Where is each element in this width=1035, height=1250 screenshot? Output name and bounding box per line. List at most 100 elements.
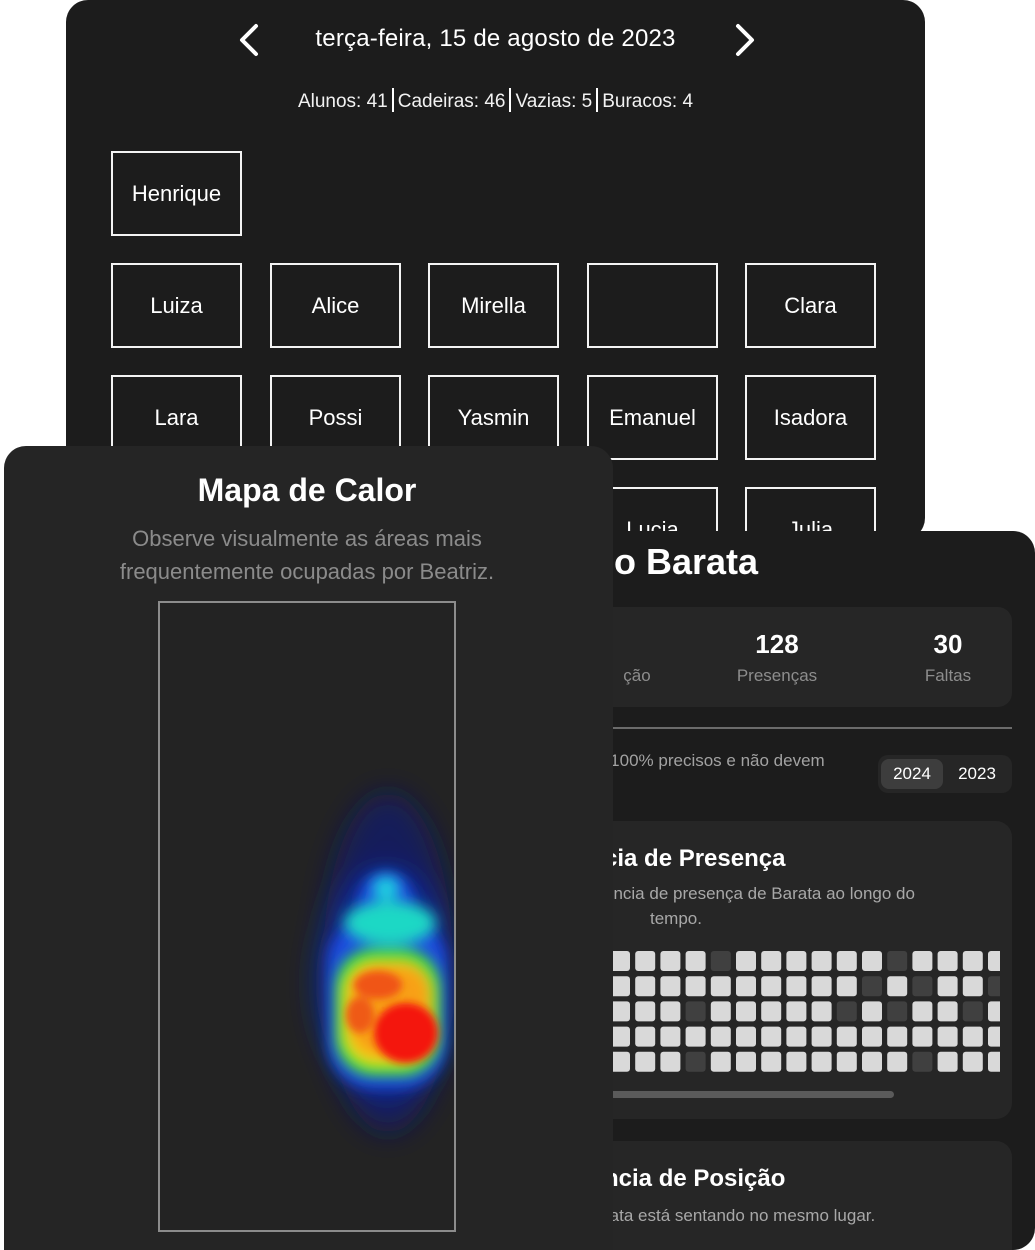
presence-cell-present xyxy=(635,1001,656,1022)
presence-cell-present xyxy=(811,976,832,997)
presence-cell-present xyxy=(786,1026,807,1047)
presence-cell-present xyxy=(736,1026,756,1047)
desc-line: ência de presença de Barata ao longo do xyxy=(604,884,915,903)
classroom-heatmap xyxy=(158,601,456,1232)
year-toggle: 2024 2023 xyxy=(878,755,1012,793)
seat-mirella[interactable]: Mirella xyxy=(428,263,559,348)
presence-cell-present xyxy=(937,1051,958,1072)
seat-empty[interactable] xyxy=(587,263,718,348)
absences-label: Faltas xyxy=(924,666,972,685)
presence-cell-present xyxy=(836,951,857,971)
presence-cell-present xyxy=(912,1001,933,1022)
presence-cell-present xyxy=(761,951,782,971)
presence-cell-present xyxy=(635,1051,656,1072)
presence-cell-present xyxy=(786,1051,807,1072)
presence-cell-present xyxy=(635,1026,656,1047)
absences-value: 30 xyxy=(933,629,963,659)
desc-line: tempo. xyxy=(650,909,702,928)
presence-cell-present xyxy=(610,1001,630,1022)
presence-cell-present xyxy=(988,951,1008,971)
presence-cell-present xyxy=(988,1001,1008,1022)
seat-emanuel[interactable]: Emanuel xyxy=(587,375,718,460)
presence-cell-present xyxy=(685,1026,706,1047)
presence-cell-present xyxy=(660,976,681,997)
student-name: zo Barata xyxy=(596,541,759,582)
presence-cell-absent xyxy=(912,976,933,997)
presence-cell-present xyxy=(887,1051,908,1072)
students-count: Alunos: 41 xyxy=(297,91,388,112)
presence-frequency-desc: ência de presença de Barata ao longo do … xyxy=(592,881,952,931)
presence-cell-present xyxy=(937,1026,958,1047)
presence-cell-present xyxy=(786,976,807,997)
presence-cell-present xyxy=(710,976,731,997)
presence-cell-absent xyxy=(887,1001,908,1022)
presence-cell-present xyxy=(836,1026,857,1047)
seat-isadora[interactable]: Isadora xyxy=(745,375,876,460)
presence-cell-absent xyxy=(710,951,731,971)
presence-cell-present xyxy=(786,951,807,971)
accuracy-disclaimer: o 100% precisos e não devem xyxy=(596,751,825,770)
presence-cell-present xyxy=(937,976,958,997)
student-profile-screen: zo Barata ção 128 Presenças 30 Faltas o … xyxy=(560,531,1035,1250)
divider xyxy=(610,727,1012,729)
presence-cell-absent xyxy=(685,1001,706,1022)
presence-cell-present xyxy=(962,1026,983,1047)
presence-cell-absent xyxy=(862,976,882,997)
presence-cell-present xyxy=(610,951,630,971)
year-2023-button[interactable]: 2023 xyxy=(946,759,1008,789)
presence-cell-absent xyxy=(887,951,908,971)
presence-cell-present xyxy=(685,951,706,971)
presence-cell-present xyxy=(887,976,908,997)
heatmap-subtitle: Observe visualmente as áreas mais freque… xyxy=(119,526,495,584)
presence-cell-present xyxy=(862,1001,882,1022)
seat-luiza[interactable]: Luiza xyxy=(111,263,242,348)
metric-presences: 128 Presenças xyxy=(702,629,852,686)
presence-cell-present xyxy=(660,1026,681,1047)
presence-cell-present xyxy=(836,1051,857,1072)
presence-cell-present xyxy=(635,951,656,971)
presence-grid xyxy=(610,951,1008,1098)
date-label: terça-feira, 15 de agosto de 2023 xyxy=(315,25,676,52)
presence-cell-present xyxy=(836,976,857,997)
heatmap-title: Mapa de Calor xyxy=(197,472,417,508)
seat-alice[interactable]: Alice xyxy=(270,263,401,348)
presence-cell-absent xyxy=(962,1001,983,1022)
presence-cell-present xyxy=(962,951,983,971)
presence-cell-present xyxy=(685,976,706,997)
presence-cell-present xyxy=(912,951,933,971)
position-consistency-desc: rata está sentando no mesmo lugar. xyxy=(604,1206,876,1225)
presence-cell-present xyxy=(660,1051,681,1072)
presence-cell-present xyxy=(912,1026,933,1047)
presence-cell-present xyxy=(610,1026,630,1047)
presence-cell-present xyxy=(937,951,958,971)
separator xyxy=(509,88,512,112)
presence-cell-present xyxy=(962,976,983,997)
seat-henrique[interactable]: Henrique xyxy=(111,151,242,236)
presence-cell-present xyxy=(660,951,681,971)
presence-cell-present xyxy=(761,1026,782,1047)
presence-frequency-title: cia de Presença xyxy=(604,845,786,872)
chairs-count: Cadeiras: 46 xyxy=(397,91,506,112)
heatmap-screen: Mapa de Calor Observe visualmente as áre… xyxy=(4,446,613,1250)
presence-cell-present xyxy=(736,1051,756,1072)
presence-cell-absent xyxy=(836,1001,857,1022)
presence-cell-absent xyxy=(912,1051,933,1072)
presence-cell-present xyxy=(761,1051,782,1072)
presence-cell-absent xyxy=(988,976,1008,997)
presence-cell-present xyxy=(710,1051,731,1072)
horizontal-scrollbar[interactable] xyxy=(610,1091,894,1098)
presence-cell-present xyxy=(937,1001,958,1022)
presence-cell-present xyxy=(962,1051,983,1072)
position-consistency-title: ncia de Posição xyxy=(604,1165,786,1192)
presence-cell-present xyxy=(635,976,656,997)
presence-cell-present xyxy=(761,1001,782,1022)
presence-cell-present xyxy=(710,1001,731,1022)
chevron-right-icon[interactable] xyxy=(726,22,760,58)
presence-cell-present xyxy=(811,1051,832,1072)
position-consistency-card: ncia de Posição rata está sentando no me… xyxy=(592,1141,1012,1250)
year-2024-button[interactable]: 2024 xyxy=(881,759,943,789)
presence-cell-present xyxy=(862,1051,882,1072)
presence-cell-present xyxy=(811,1026,832,1047)
seat-clara[interactable]: Clara xyxy=(745,263,876,348)
presence-cell-present xyxy=(988,1051,1008,1072)
